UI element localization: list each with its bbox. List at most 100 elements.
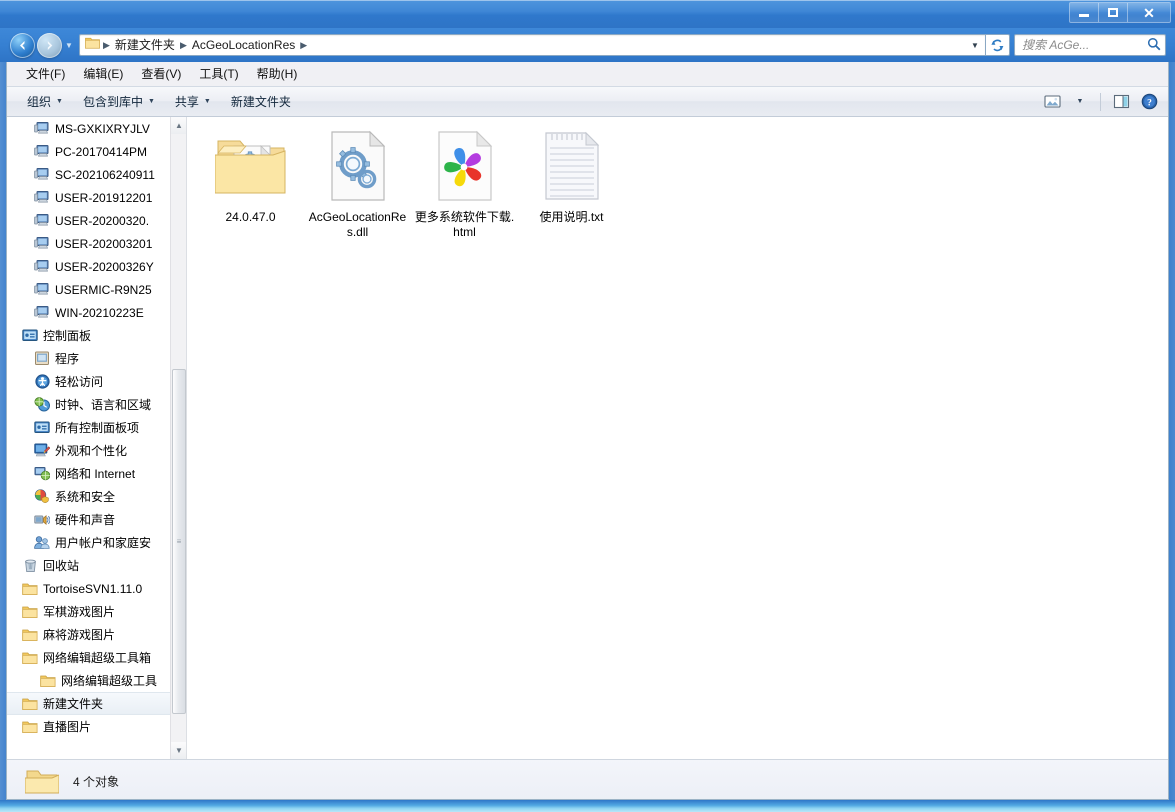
sidebar-item-4[interactable]: USER-20200320. bbox=[7, 209, 172, 232]
file-list-pane[interactable]: 24.0.47.0 AcGeoLocationRes.dll 更多系统软件下载.… bbox=[187, 117, 1168, 759]
sidebar-item-label: 硬件和声音 bbox=[55, 513, 116, 527]
include-in-library-button[interactable]: 包含到库中 ▼ bbox=[73, 89, 165, 114]
breadcrumb-separator-1[interactable]: ▶ bbox=[179, 40, 188, 51]
sidebar-item-14[interactable]: 外观和个性化 bbox=[7, 439, 172, 462]
sidebar-item-label: 麻将游戏图片 bbox=[43, 628, 116, 642]
file-tiles: 24.0.47.0 AcGeoLocationRes.dll 更多系统软件下载.… bbox=[197, 125, 1168, 253]
sidebar-item-label: 轻松访问 bbox=[55, 375, 104, 389]
client-area: 文件(F) 编辑(E) 查看(V) 工具(T) 帮助(H) 组织 ▼ 包含到库中… bbox=[6, 62, 1169, 800]
sidebar-item-24[interactable]: 网络编辑超级工具 bbox=[7, 669, 172, 692]
sidebar-item-3[interactable]: USER-201912201 bbox=[7, 186, 172, 209]
navigation-tree: MS-GXKIXRYJLV PC-20170414PM SC-202106240… bbox=[7, 117, 172, 738]
sidebar-item-2[interactable]: SC-202106240911 bbox=[7, 163, 172, 186]
recent-pages-dropdown[interactable]: ▼ bbox=[62, 33, 76, 57]
file-item-dll[interactable]: AcGeoLocationRes.dll bbox=[304, 125, 411, 243]
maximize-button[interactable] bbox=[1099, 3, 1128, 22]
minimize-button[interactable] bbox=[1070, 3, 1099, 22]
sidebar-item-10[interactable]: 程序 bbox=[7, 347, 172, 370]
organize-button[interactable]: 组织 ▼ bbox=[17, 89, 73, 114]
file-item-folder[interactable]: 24.0.47.0 bbox=[197, 125, 304, 243]
folder-icon bbox=[22, 719, 38, 735]
breadcrumb-separator-0[interactable]: ▶ bbox=[102, 40, 111, 51]
sidebar-item-6[interactable]: USER-20200326Y bbox=[7, 255, 172, 278]
sidebar-item-17[interactable]: 硬件和声音 bbox=[7, 508, 172, 531]
sidebar-item-13[interactable]: 所有控制面板项 bbox=[7, 416, 172, 439]
sidebar-item-18[interactable]: 用户帐户和家庭安 bbox=[7, 531, 172, 554]
file-name-label: 24.0.47.0 bbox=[225, 210, 276, 224]
scrollbar-thumb[interactable]: ≡ bbox=[172, 369, 186, 714]
file-item-html[interactable]: 更多系统软件下载.html bbox=[411, 125, 518, 243]
sidebar-item-1[interactable]: PC-20170414PM bbox=[7, 140, 172, 163]
menu-file[interactable]: 文件(F) bbox=[17, 62, 74, 85]
share-label: 共享 bbox=[174, 95, 199, 109]
sidebar-item-label: MS-GXKIXRYJLV bbox=[55, 121, 150, 136]
sidebar-item-23[interactable]: 网络编辑超级工具箱 bbox=[7, 646, 172, 669]
dll-gears-icon bbox=[320, 128, 396, 204]
breadcrumb-separator-2[interactable]: ▶ bbox=[299, 40, 308, 51]
organize-label: 组织 bbox=[27, 95, 52, 109]
sidebar-item-12[interactable]: 时钟、语言和区域 bbox=[7, 393, 172, 416]
close-button[interactable]: ✕ bbox=[1128, 3, 1170, 22]
navigation-scrollbar[interactable]: ▲ ≡ ▼ bbox=[170, 117, 186, 759]
recycle-bin-icon bbox=[22, 558, 38, 574]
search-input[interactable] bbox=[1022, 38, 1147, 52]
sidebar-item-21[interactable]: 军棋游戏图片 bbox=[7, 600, 172, 623]
hardware-sound-icon bbox=[34, 512, 50, 528]
scroll-down-button[interactable]: ▼ bbox=[171, 742, 186, 759]
breadcrumb-item-1[interactable]: AcGeoLocationRes bbox=[188, 35, 299, 55]
status-text: 4 个对象 bbox=[73, 775, 120, 789]
address-bar[interactable]: ▶ 新建文件夹 ▶ AcGeoLocationRes ▶ ▼ bbox=[79, 34, 986, 56]
sidebar-item-20[interactable]: TortoiseSVN1.11.0 bbox=[7, 577, 172, 600]
address-dropdown-icon[interactable]: ▼ bbox=[965, 35, 985, 55]
scroll-up-button[interactable]: ▲ bbox=[171, 117, 186, 134]
breadcrumb-item-0[interactable]: 新建文件夹 bbox=[111, 35, 179, 55]
menu-bar: 文件(F) 编辑(E) 查看(V) 工具(T) 帮助(H) bbox=[7, 62, 1168, 86]
sidebar-item-16[interactable]: 系统和安全 bbox=[7, 485, 172, 508]
open-folder-icon bbox=[21, 767, 63, 797]
back-button[interactable] bbox=[10, 32, 35, 58]
sidebar-item-11[interactable]: 轻松访问 bbox=[7, 370, 172, 393]
help-button[interactable]: ? bbox=[1136, 90, 1162, 114]
folder-icon bbox=[22, 604, 38, 620]
sidebar-item-8[interactable]: WIN-20210223E bbox=[7, 301, 172, 324]
change-view-button[interactable] bbox=[1039, 90, 1065, 114]
menu-edit[interactable]: 编辑(E) bbox=[74, 62, 132, 85]
sidebar-item-label: USER-20200326Y bbox=[55, 259, 154, 274]
sidebar-item-label: 系统和安全 bbox=[55, 490, 116, 504]
folder-icon bbox=[22, 696, 38, 712]
sidebar-item-7[interactable]: USERMIC-R9N25 bbox=[7, 278, 172, 301]
sidebar-item-15[interactable]: 网络和 Internet bbox=[7, 462, 172, 485]
view-dropdown-button[interactable]: ▼ bbox=[1067, 90, 1093, 114]
forward-button[interactable] bbox=[37, 32, 62, 58]
all-control-panel-icon bbox=[34, 420, 50, 436]
sidebar-item-19[interactable]: 回收站 bbox=[7, 554, 172, 577]
menu-view[interactable]: 查看(V) bbox=[132, 62, 190, 85]
minimize-icon bbox=[1079, 14, 1089, 17]
share-button[interactable]: 共享 ▼ bbox=[165, 89, 221, 114]
sidebar-item-label: USER-202003201 bbox=[55, 236, 153, 251]
sidebar-item-label: 时钟、语言和区域 bbox=[55, 398, 152, 412]
sidebar-item-9[interactable]: 控制面板 bbox=[7, 324, 172, 347]
command-bar-right-group: ▼ ? bbox=[1039, 87, 1162, 116]
sidebar-item-label: 网络编辑超级工具箱 bbox=[43, 651, 152, 665]
menu-tools[interactable]: 工具(T) bbox=[190, 62, 247, 85]
refresh-button[interactable] bbox=[986, 34, 1010, 56]
include-in-library-label: 包含到库中 bbox=[82, 95, 143, 109]
sidebar-item-label: 网络编辑超级工具 bbox=[61, 674, 158, 688]
sidebar-item-label: PC-20170414PM bbox=[55, 144, 148, 159]
computer-icon bbox=[34, 259, 50, 275]
sidebar-item-25[interactable]: 新建文件夹 bbox=[7, 692, 172, 715]
search-box[interactable] bbox=[1014, 34, 1166, 56]
sidebar-item-0[interactable]: MS-GXKIXRYJLV bbox=[7, 117, 172, 140]
new-folder-button[interactable]: 新建文件夹 bbox=[221, 89, 301, 114]
file-item-txt[interactable]: 使用说明.txt bbox=[518, 125, 625, 243]
sidebar-item-26[interactable]: 直播图片 bbox=[7, 715, 172, 738]
menu-help[interactable]: 帮助(H) bbox=[248, 62, 307, 85]
sidebar-item-label: 直播图片 bbox=[43, 720, 92, 734]
back-arrow-icon bbox=[20, 40, 25, 50]
sidebar-item-5[interactable]: USER-202003201 bbox=[7, 232, 172, 255]
sidebar-item-22[interactable]: 麻将游戏图片 bbox=[7, 623, 172, 646]
preview-pane-button[interactable] bbox=[1108, 90, 1134, 114]
explorer-body: MS-GXKIXRYJLV PC-20170414PM SC-202106240… bbox=[7, 117, 1168, 759]
appearance-icon bbox=[34, 443, 50, 459]
